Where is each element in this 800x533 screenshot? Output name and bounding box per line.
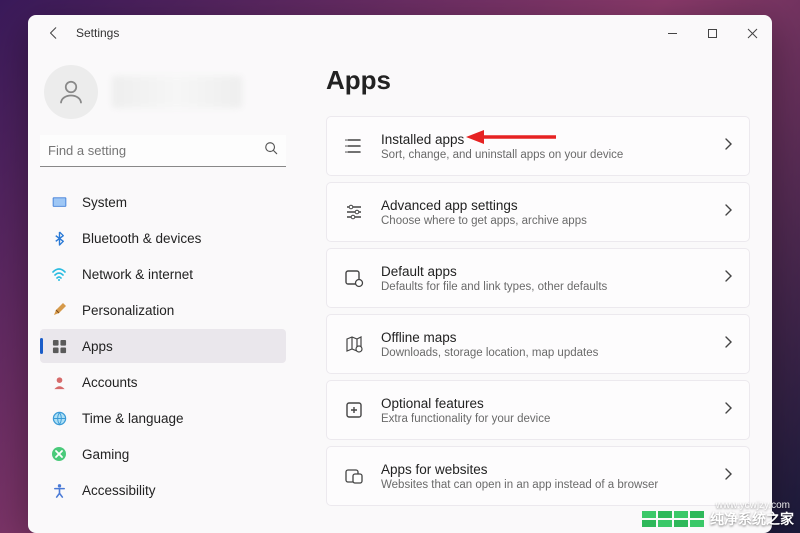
close-icon — [747, 28, 758, 39]
search-box[interactable] — [40, 135, 286, 167]
card-subtitle: Extra functionality for your device — [381, 413, 708, 425]
chevron-right-icon — [724, 335, 733, 354]
features-icon — [343, 400, 365, 420]
card-title: Apps for websites — [381, 462, 708, 477]
card-optional-features[interactable]: Optional features Extra functionality fo… — [326, 380, 750, 440]
card-title: Offline maps — [381, 330, 708, 345]
page-title: Apps — [326, 65, 750, 96]
card-default-apps[interactable]: Default apps Defaults for file and link … — [326, 248, 750, 308]
arrow-left-icon — [47, 26, 61, 40]
nav-label: System — [82, 195, 127, 210]
settings-window: Settings — [28, 15, 772, 533]
chevron-right-icon — [724, 467, 733, 486]
window-controls — [652, 18, 772, 48]
sidebar-item-network[interactable]: Network & internet — [40, 257, 286, 291]
card-advanced-settings[interactable]: Advanced app settings Choose where to ge… — [326, 182, 750, 242]
settings-cards: Installed apps Sort, change, and uninsta… — [326, 116, 750, 506]
titlebar: Settings — [28, 15, 772, 51]
minimize-icon — [667, 28, 678, 39]
user-info[interactable] — [40, 59, 286, 135]
system-icon — [50, 194, 68, 211]
sidebar-item-system[interactable]: System — [40, 185, 286, 219]
nav-label: Network & internet — [82, 267, 193, 282]
minimize-button[interactable] — [652, 18, 692, 48]
nav-label: Accessibility — [82, 483, 156, 498]
nav-label: Personalization — [82, 303, 174, 318]
nav-list: System Bluetooth & devices Network & int… — [40, 185, 286, 507]
person-icon — [56, 77, 86, 107]
nav-label: Accounts — [82, 375, 138, 390]
sliders-icon — [343, 202, 365, 222]
gaming-icon — [50, 446, 68, 462]
card-subtitle: Downloads, storage location, map updates — [381, 347, 708, 359]
avatar — [44, 65, 98, 119]
watermark-logo-icon — [642, 511, 704, 527]
sidebar-item-accounts[interactable]: Accounts — [40, 365, 286, 399]
chevron-right-icon — [724, 401, 733, 420]
list-icon — [343, 136, 365, 156]
nav-label: Time & language — [82, 411, 184, 426]
nav-label: Gaming — [82, 447, 129, 462]
sidebar-item-bluetooth[interactable]: Bluetooth & devices — [40, 221, 286, 255]
card-title: Default apps — [381, 264, 708, 279]
accessibility-icon — [50, 483, 68, 498]
user-name-blurred — [112, 76, 242, 108]
sidebar-item-gaming[interactable]: Gaming — [40, 437, 286, 471]
sidebar: System Bluetooth & devices Network & int… — [28, 51, 298, 533]
apps-websites-icon — [343, 466, 365, 486]
sidebar-item-accessibility[interactable]: Accessibility — [40, 473, 286, 507]
maximize-button[interactable] — [692, 18, 732, 48]
default-apps-icon — [343, 268, 365, 288]
nav-label: Bluetooth & devices — [82, 231, 201, 246]
wifi-icon — [50, 266, 68, 282]
close-button[interactable] — [732, 18, 772, 48]
apps-icon — [50, 339, 68, 354]
chevron-right-icon — [724, 269, 733, 288]
card-subtitle: Websites that can open in an app instead… — [381, 479, 708, 491]
card-title: Optional features — [381, 396, 708, 411]
main-content: Apps Installed apps Sort, change, and un… — [298, 51, 772, 533]
globe-icon — [50, 411, 68, 426]
card-title: Advanced app settings — [381, 198, 708, 213]
nav-label: Apps — [82, 339, 113, 354]
card-installed-apps[interactable]: Installed apps Sort, change, and uninsta… — [326, 116, 750, 176]
bluetooth-icon — [50, 231, 68, 246]
card-subtitle: Choose where to get apps, archive apps — [381, 215, 708, 227]
card-subtitle: Defaults for file and link types, other … — [381, 281, 708, 293]
card-offline-maps[interactable]: Offline maps Downloads, storage location… — [326, 314, 750, 374]
map-icon — [343, 334, 365, 354]
search-input[interactable] — [48, 143, 264, 158]
search-icon — [264, 141, 278, 160]
sidebar-item-personalization[interactable]: Personalization — [40, 293, 286, 327]
back-button[interactable] — [42, 21, 66, 45]
accounts-icon — [50, 375, 68, 390]
card-title: Installed apps — [381, 132, 708, 147]
watermark: 纯净系统之家 — [642, 509, 794, 529]
card-subtitle: Sort, change, and uninstall apps on your… — [381, 149, 708, 161]
sidebar-item-apps[interactable]: Apps — [40, 329, 286, 363]
paintbrush-icon — [50, 302, 68, 318]
window-title: Settings — [76, 26, 119, 40]
chevron-right-icon — [724, 137, 733, 156]
chevron-right-icon — [724, 203, 733, 222]
watermark-text: 纯净系统之家 — [710, 509, 794, 529]
maximize-icon — [707, 28, 718, 39]
card-apps-for-websites[interactable]: Apps for websites Websites that can open… — [326, 446, 750, 506]
sidebar-item-time[interactable]: Time & language — [40, 401, 286, 435]
